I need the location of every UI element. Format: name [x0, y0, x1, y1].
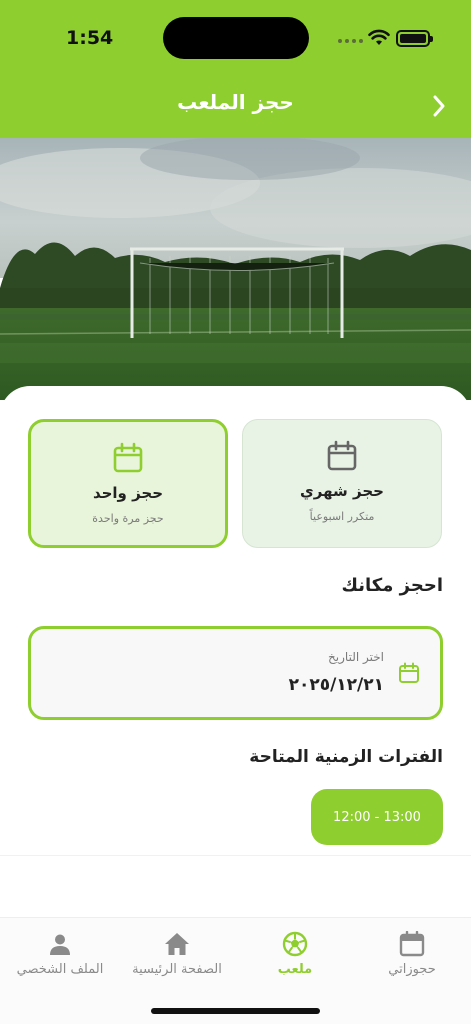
time-slot-button[interactable]: 12:00 - 13:00	[311, 789, 443, 845]
battery-icon	[396, 30, 433, 47]
page-title: حجز الملعب	[177, 90, 294, 114]
card-subtitle: حجز مرة واحدة	[92, 512, 164, 525]
dynamic-island	[163, 17, 309, 59]
field-photo	[0, 138, 471, 400]
app-header: 1:54 حجز الملعب	[0, 0, 471, 138]
calendar-icon	[327, 440, 357, 471]
date-field-value: ٢٠٢٥/١٢/٢١	[288, 675, 384, 695]
card-subtitle: متكرر اسبوعياً	[309, 510, 375, 523]
card-title: حجز شهري	[300, 482, 384, 500]
slots-section-title: الفترات الزمنية المتاحة	[249, 747, 443, 767]
tab-profile[interactable]: الملف الشخصي	[0, 930, 120, 977]
calendar-icon	[113, 442, 143, 473]
calendar-icon	[399, 662, 419, 683]
home-indicator	[151, 1008, 320, 1014]
tab-label: الصفحة الرئيسية	[132, 962, 222, 977]
tab-label: حجوزاتي	[388, 962, 436, 977]
tab-label: ملعب	[277, 962, 313, 977]
card-title: حجز واحد	[92, 484, 164, 502]
tab-home[interactable]: الصفحة الرئيسية	[117, 930, 237, 977]
divider	[0, 855, 471, 856]
signal-icon	[338, 39, 363, 43]
chevron-right-icon[interactable]	[429, 93, 449, 119]
calendar-icon	[352, 930, 471, 958]
soccer-ball-icon	[235, 930, 355, 958]
home-icon	[117, 930, 237, 958]
tab-bookings[interactable]: حجوزاتي	[352, 930, 471, 977]
book-section-title: احجز مكانك	[341, 575, 443, 596]
monthly-booking-card[interactable]: حجز شهري متكرر اسبوعياً	[242, 419, 442, 548]
tab-label: الملف الشخصي	[16, 962, 104, 977]
status-time: 1:54	[66, 27, 114, 49]
date-picker-field[interactable]: اختر التاريخ ٢٠٢٥/١٢/٢١	[28, 626, 443, 720]
person-icon	[0, 930, 120, 958]
single-booking-card[interactable]: حجز واحد حجز مرة واحدة	[28, 419, 228, 548]
date-field-label: اختر التاريخ	[328, 650, 384, 664]
wifi-icon	[368, 29, 390, 45]
tab-field[interactable]: ملعب	[235, 930, 355, 977]
